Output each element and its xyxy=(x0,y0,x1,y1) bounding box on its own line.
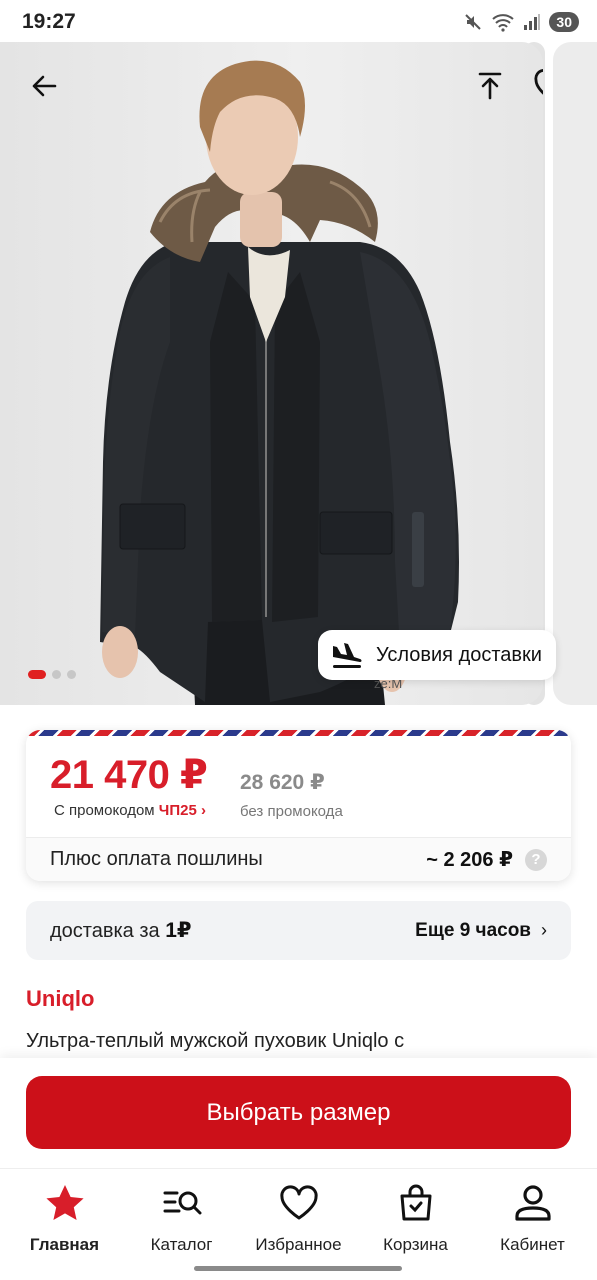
share-button[interactable] xyxy=(468,64,512,108)
no-promo-label: без промокода xyxy=(240,803,343,820)
heart-icon xyxy=(279,1185,318,1220)
current-price: 21 470 ₽ xyxy=(50,753,208,797)
model-photo xyxy=(100,60,459,705)
chevron-right-icon: › xyxy=(200,802,206,819)
status-icons: 30 xyxy=(463,12,579,32)
profile-icon xyxy=(514,1185,551,1221)
product-title: Ультра-теплый мужской пуховик Uniqlo с xyxy=(26,1030,405,1052)
shopping-bag-icon xyxy=(400,1184,431,1221)
status-time: 19:27 xyxy=(22,10,76,33)
back-button[interactable] xyxy=(22,64,66,108)
help-icon[interactable]: ? xyxy=(525,848,547,871)
carousel-dot[interactable] xyxy=(52,670,61,679)
mute-icon xyxy=(465,14,482,30)
carousel-next-peek-2 xyxy=(553,42,597,705)
status-bar: 19:27 30 xyxy=(0,0,597,44)
airmail-stripe xyxy=(26,730,571,736)
wifi-icon xyxy=(492,14,515,32)
delivery-offer-label: доставка за xyxy=(50,920,160,942)
delivery-price: 1₽ xyxy=(165,919,192,942)
nav-item-favorites[interactable]: Избранное xyxy=(240,1169,357,1280)
nav-label-cart: Корзина xyxy=(383,1235,448,1254)
home-indicator[interactable] xyxy=(194,1266,402,1271)
nav-item-cart[interactable]: Корзина xyxy=(357,1169,474,1280)
promo-code-link[interactable]: С промокодом ЧП25 › xyxy=(54,802,206,819)
signal-icon xyxy=(524,14,541,30)
delivery-offer-row[interactable]: доставка за 1₽ Еще 9 часов › xyxy=(26,901,571,960)
nav-item-profile[interactable]: Кабинет xyxy=(474,1169,591,1280)
carousel-dot[interactable] xyxy=(67,670,76,679)
brand-link[interactable]: Uniqlo xyxy=(26,986,94,1012)
back-arrow-icon xyxy=(32,75,57,97)
price-card: 21 470 ₽ 28 620 ₽ С промокодом ЧП25 › бе… xyxy=(26,730,571,881)
promo-prefix: С промокодом xyxy=(54,802,155,819)
carousel-pagination xyxy=(28,670,76,679)
star-icon xyxy=(45,1185,84,1220)
battery-indicator: 30 xyxy=(549,12,579,32)
nav-item-home[interactable]: Главная xyxy=(6,1169,123,1280)
select-size-button[interactable]: Выбрать размер xyxy=(26,1076,571,1149)
plane-landing-icon xyxy=(333,643,362,668)
delivery-offer-text: доставка за 1₽ xyxy=(50,918,415,943)
product-photo[interactable]: ze:M xyxy=(0,42,543,705)
carousel-dot-active[interactable] xyxy=(28,670,46,679)
nav-label-home: Главная xyxy=(29,1235,100,1254)
delivery-terms-label: Условия доставки xyxy=(376,643,542,666)
favorite-button[interactable] xyxy=(530,64,543,108)
bottom-nav: Главная Каталог Избранное Корзина Кабине… xyxy=(0,1168,597,1280)
old-price: 28 620 ₽ xyxy=(240,771,325,794)
action-area: Выбрать размер xyxy=(0,1058,597,1168)
heart-icon xyxy=(534,69,543,95)
share-icon xyxy=(478,72,502,100)
nav-label-favorites: Избранное xyxy=(255,1235,342,1254)
duty-row[interactable]: Плюс оплата пошлины ~ 2 206 ₽ ? xyxy=(26,837,571,881)
catalog-search-icon xyxy=(163,1191,201,1215)
nav-label-catalog: Каталог xyxy=(150,1235,213,1254)
nav-item-catalog[interactable]: Каталог xyxy=(123,1169,240,1280)
duty-label: Плюс оплата пошлины xyxy=(50,848,263,870)
product-image-carousel[interactable]: ze:M Условия доставки xyxy=(0,42,597,705)
delivery-terms-chip[interactable]: Условия доставки xyxy=(318,630,556,680)
promo-code: ЧП25 xyxy=(158,802,197,819)
duty-value: ~ 2 206 ₽ xyxy=(426,849,513,871)
nav-label-profile: Кабинет xyxy=(500,1235,565,1254)
chevron-right-icon: › xyxy=(541,920,547,940)
delivery-eta: Еще 9 часов xyxy=(415,919,531,941)
